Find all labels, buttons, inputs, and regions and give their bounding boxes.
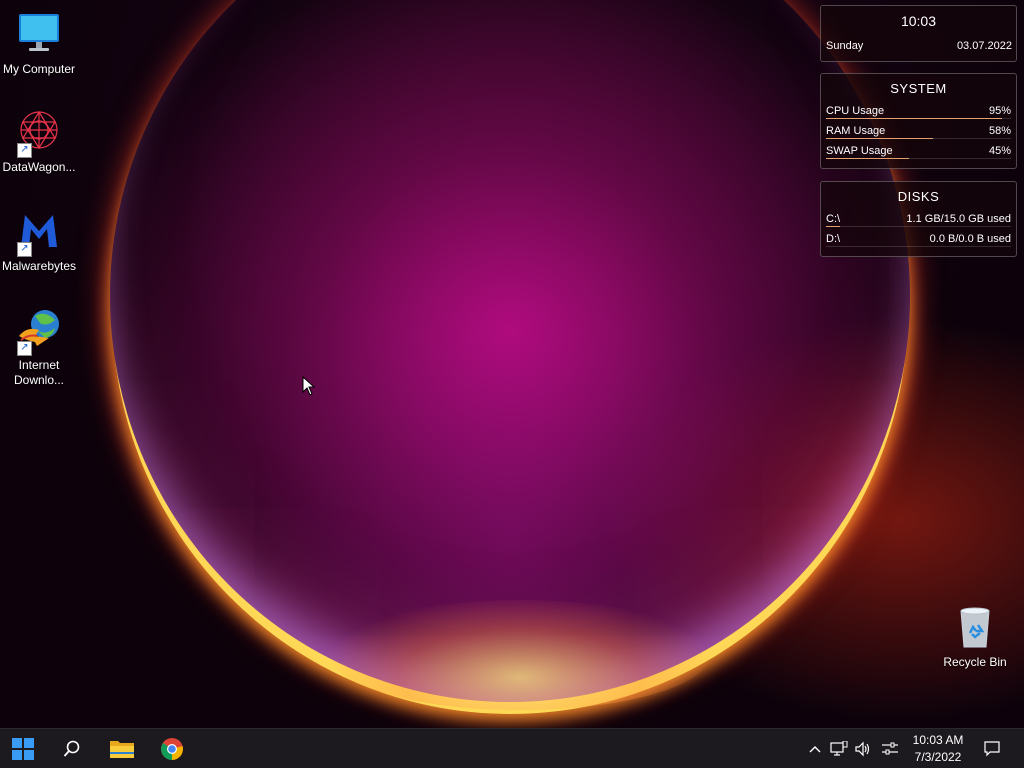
show-hidden-icons-button[interactable]	[805, 739, 825, 759]
speaker-icon	[855, 741, 870, 757]
desktop-icon-label: Internet Downlo...	[13, 358, 65, 387]
mouse-cursor	[302, 375, 316, 401]
widget-date: 03.07.2022	[956, 40, 1012, 52]
windows-logo-icon	[12, 738, 34, 760]
row-label: D:\	[826, 233, 841, 245]
desktop-icon-recycle-bin[interactable]: Recycle Bin	[936, 603, 1014, 670]
shortcut-arrow-icon: ↗	[17, 143, 32, 158]
usage-bar-track	[826, 246, 1011, 247]
malwarebytes-icon: ↗	[15, 207, 63, 257]
system-widget[interactable]: SYSTEM CPU Usage 95% RAM Usage 58% SWAP Usag…	[820, 73, 1017, 169]
volume-button[interactable]	[853, 739, 873, 759]
taskbar-date: 7/3/2022	[914, 750, 962, 764]
widget-title: DISKS	[897, 189, 940, 204]
row-value: 58%	[988, 125, 1011, 137]
disks-widget[interactable]: DISKS C:\ 1.1 GB/15.0 GB used D:\ 0.0 B/0.0…	[820, 181, 1017, 257]
row-value: 1.1 GB/15.0 GB used	[906, 213, 1011, 225]
usage-bar-fill	[826, 226, 840, 227]
chrome-button[interactable]	[152, 729, 192, 768]
search-button[interactable]	[52, 729, 92, 768]
row-label: C:\	[826, 213, 841, 225]
widget-row: CPU Usage 95%	[826, 102, 1011, 122]
row-value: 45%	[988, 145, 1011, 157]
chevron-up-icon	[809, 746, 821, 753]
taskbar-clock[interactable]: 10:03 AM 7/3/2022	[906, 732, 970, 766]
taskbar: 10:03 AM 7/3/2022	[0, 728, 1024, 768]
desktop-icon-label: My Computer	[2, 62, 76, 76]
desktop-icon-label: Recycle Bin	[943, 655, 1007, 669]
desktop-icon-datawagon[interactable]: ↗ DataWagon...	[0, 108, 78, 175]
monitor-icon	[15, 10, 63, 58]
widget-time: 10:03	[900, 13, 937, 29]
usage-bar-fill	[826, 158, 910, 159]
row-value: 95%	[988, 105, 1011, 117]
clock-widget[interactable]: 10:03 Sunday 03.07.2022	[820, 5, 1017, 62]
disk-rows: C:\ 1.1 GB/15.0 GB used D:\ 0.0 B/0.0 B use…	[821, 210, 1016, 250]
row-value: 0.0 B/0.0 B used	[929, 233, 1011, 245]
widget-row: D:\ 0.0 B/0.0 B used	[826, 230, 1011, 250]
wallpaper-glow	[330, 600, 710, 710]
widget-title: SYSTEM	[890, 81, 947, 96]
sliders-icon	[882, 742, 898, 755]
datawagon-icon: ↗	[15, 108, 63, 158]
desktop-icon-label: Malwarebytes	[1, 259, 77, 273]
settings-sliders-button[interactable]	[880, 739, 900, 759]
desktop-icon-internet-download-manager[interactable]: ↗ Internet Downlo...	[0, 306, 78, 388]
widget-row: SWAP Usage 45%	[826, 142, 1011, 162]
wallpaper-arc	[110, 0, 910, 702]
recycle-bin-icon	[951, 603, 999, 651]
widget-row: RAM Usage 58%	[826, 122, 1011, 142]
search-icon	[63, 740, 80, 757]
row-label: RAM Usage	[826, 125, 886, 137]
desktop-icon-my-computer[interactable]: My Computer	[0, 10, 78, 77]
desktop-icon-label: DataWagon...	[2, 160, 76, 174]
network-icon	[830, 741, 848, 756]
shortcut-arrow-icon: ↗	[17, 341, 32, 356]
widget-day: Sunday	[826, 40, 864, 52]
start-button[interactable]	[3, 729, 43, 768]
row-label: SWAP Usage	[826, 145, 893, 157]
usage-bar-fill	[826, 138, 934, 139]
desktop[interactable]: My Computer ↗ DataWagon... ↗ Malwarebyte…	[0, 0, 1024, 768]
taskbar-time: 10:03 AM	[912, 733, 964, 747]
folder-icon	[110, 741, 134, 758]
network-button[interactable]	[829, 739, 849, 759]
notifications-button[interactable]	[982, 739, 1002, 759]
internet-download-manager-icon: ↗	[15, 306, 63, 356]
file-explorer-button[interactable]	[102, 729, 142, 768]
chrome-icon	[161, 738, 183, 760]
desktop-icon-malwarebytes[interactable]: ↗ Malwarebytes	[0, 207, 78, 274]
widget-row: C:\ 1.1 GB/15.0 GB used	[826, 210, 1011, 230]
shortcut-arrow-icon: ↗	[17, 242, 32, 257]
system-rows: CPU Usage 95% RAM Usage 58% SWAP Usage 45%	[821, 102, 1016, 162]
usage-bar-track	[826, 226, 1011, 227]
row-label: CPU Usage	[826, 105, 885, 117]
usage-bar-fill	[826, 118, 1002, 119]
notification-icon	[984, 741, 1000, 757]
